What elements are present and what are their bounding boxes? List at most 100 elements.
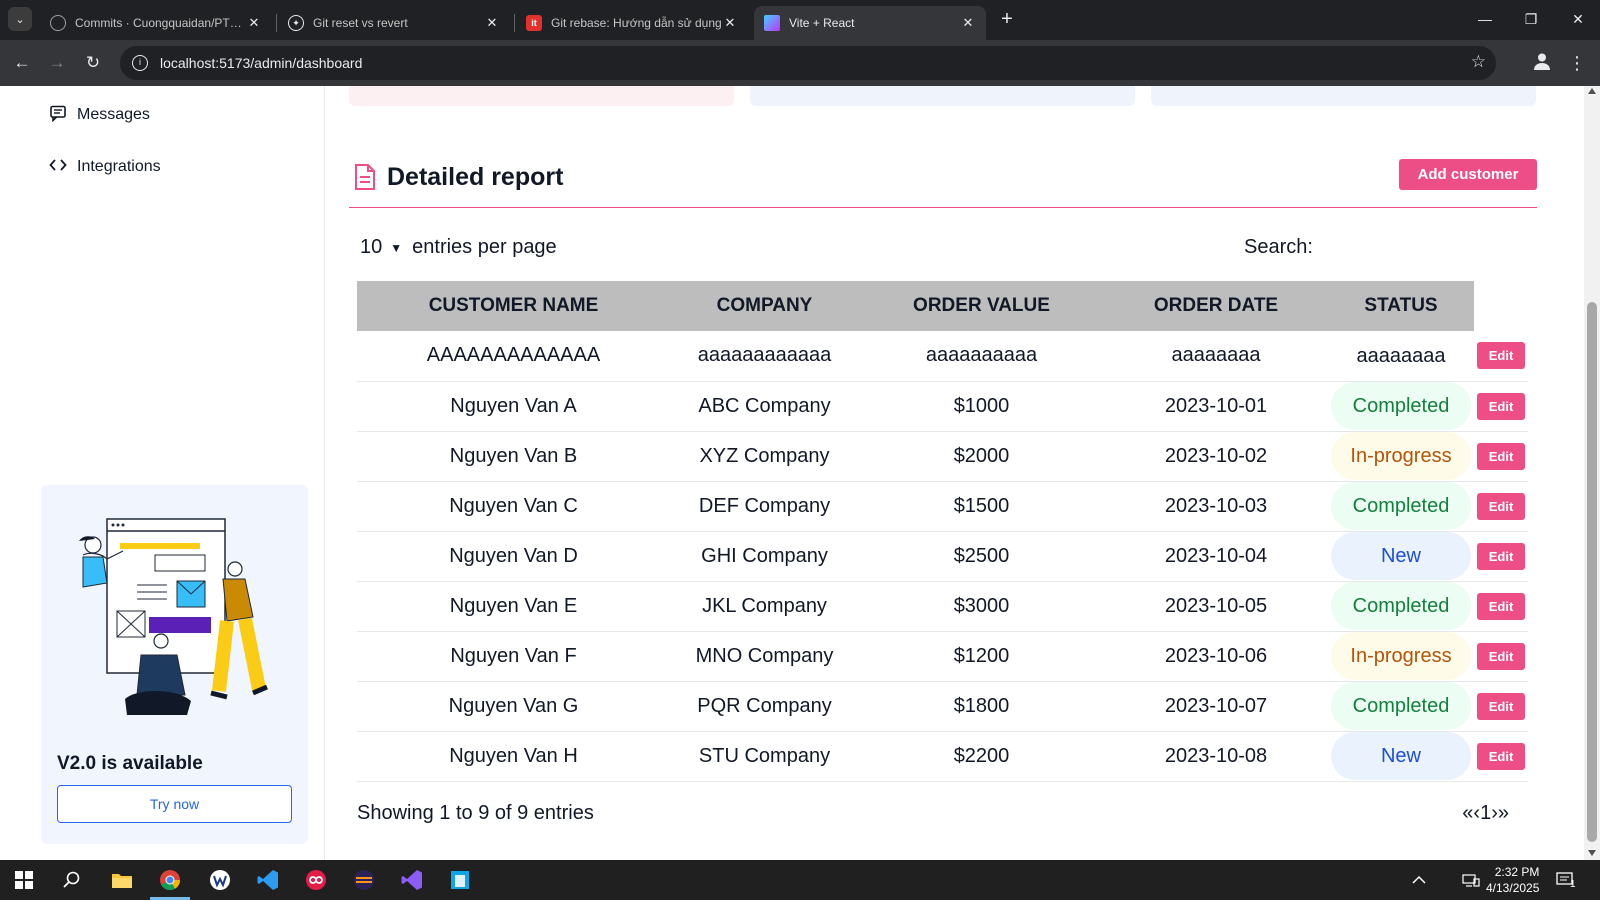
edit-button[interactable]: Edit: [1477, 492, 1525, 520]
close-tab-icon[interactable]: ✕: [246, 15, 262, 31]
chrome-icon[interactable]: [158, 868, 182, 892]
customer-name-cell: Nguyen Van H: [357, 731, 670, 782]
edit-button[interactable]: Edit: [1477, 592, 1525, 620]
tab-search-button[interactable]: ⌄: [8, 7, 32, 31]
browser-tab-itviec[interactable]: it Git rebase: Hướng dẫn sử dụng ✕: [516, 6, 748, 40]
close-tab-icon[interactable]: ✕: [722, 15, 738, 31]
page-1-button[interactable]: 1: [1480, 802, 1491, 825]
vscode-icon[interactable]: [256, 868, 280, 892]
order-value-cell: $1500: [859, 481, 1104, 532]
chevron-down-icon: ▼: [390, 240, 403, 255]
status-cell: In-progress: [1328, 431, 1474, 482]
next-page-button[interactable]: ›: [1491, 802, 1498, 825]
browser-tab-github[interactable]: Commits · Cuongquaidan/PTGD ✕: [40, 6, 272, 40]
column-header-actions: [1474, 281, 1528, 331]
edit-button[interactable]: Edit: [1477, 642, 1525, 670]
reload-icon[interactable]: ↻: [80, 50, 106, 76]
edit-button[interactable]: Edit: [1477, 692, 1525, 720]
edit-button[interactable]: Edit: [1477, 392, 1525, 420]
order-date-cell: 2023-10-06: [1104, 631, 1328, 682]
browser-menu-icon[interactable]: ⋮: [1568, 50, 1586, 76]
app-icon-blue[interactable]: [448, 868, 472, 892]
company-cell: MNO Company: [670, 631, 859, 682]
customer-name-cell: Nguyen Van B: [357, 431, 670, 482]
status-cell: Completed: [1328, 581, 1474, 632]
table-row: Nguyen Van A ABC Company $1000 2023-10-01 Co…: [357, 381, 1528, 432]
windows-start-icon[interactable]: [12, 868, 36, 892]
customer-name-cell: Nguyen Van E: [357, 581, 670, 632]
scroll-up-icon[interactable]: [1588, 88, 1596, 94]
actions-cell: Edit: [1474, 631, 1528, 682]
bookmark-star-icon[interactable]: ☆: [1471, 52, 1486, 72]
file-explorer-icon[interactable]: [110, 868, 134, 892]
system-clock[interactable]: 2:32 PM 4/13/2025: [1486, 864, 1539, 896]
edit-button[interactable]: Edit: [1477, 742, 1525, 770]
first-page-button[interactable]: «: [1462, 802, 1473, 825]
visual-studio-icon[interactable]: [400, 868, 424, 892]
report-table: CUSTOMER NAME COMPANY ORDER VALUE ORDER …: [357, 281, 1528, 782]
add-customer-button[interactable]: Add customer: [1399, 159, 1537, 190]
column-header-order-date[interactable]: ORDER DATE: [1104, 281, 1328, 331]
show-hidden-icons-chevron[interactable]: [1412, 860, 1426, 900]
sidebar-item-messages[interactable]: Messages: [48, 103, 150, 127]
network-icon[interactable]: [1462, 860, 1480, 900]
search-label: Search:: [1244, 236, 1313, 258]
actions-cell: Edit: [1474, 331, 1528, 382]
report-header: Detailed report Add customer: [349, 159, 1537, 208]
eclipse-icon[interactable]: [352, 868, 376, 892]
company-cell: JKL Company: [670, 581, 859, 632]
entries-per-page-select[interactable]: 10 ▼: [360, 236, 402, 259]
column-header-status[interactable]: STATUS: [1328, 281, 1474, 331]
edit-button[interactable]: Edit: [1477, 442, 1525, 470]
actions-cell: Edit: [1474, 681, 1528, 732]
order-value-cell: $1200: [859, 631, 1104, 682]
last-page-button[interactable]: »: [1498, 802, 1509, 825]
report-table-body: AAAAAAAAAAAAA aaaaaaaaaaaa aaaaaaaaaa aaaaa…: [357, 331, 1528, 782]
restore-icon[interactable]: ❐: [1519, 8, 1543, 30]
customer-name-cell: Nguyen Van G: [357, 681, 670, 732]
try-now-button[interactable]: Try now: [57, 785, 292, 823]
browser-tab-chatgpt[interactable]: ✦ Git reset vs revert ✕: [278, 6, 510, 40]
table-row: AAAAAAAAAAAAA aaaaaaaaaaaa aaaaaaaaaa aaaaa…: [357, 331, 1528, 382]
page-viewport: Messages Integrations V2.0 is available …: [0, 86, 1584, 860]
sidebar-item-label: Messages: [77, 106, 150, 123]
close-tab-icon[interactable]: ✕: [484, 15, 500, 31]
sidebar-item-integrations[interactable]: Integrations: [48, 155, 161, 179]
back-icon[interactable]: ←: [9, 50, 35, 76]
scroll-down-icon[interactable]: [1588, 850, 1596, 856]
edit-button[interactable]: Edit: [1477, 342, 1525, 370]
minimize-icon[interactable]: —: [1473, 8, 1497, 30]
browser-tab-vite[interactable]: Vite + React ✕: [754, 6, 986, 40]
column-header-customer-name[interactable]: CUSTOMER NAME: [357, 281, 670, 331]
writer-app-icon[interactable]: [208, 868, 232, 892]
new-tab-button[interactable]: +: [995, 8, 1019, 32]
tab-title: Vite + React: [789, 16, 855, 30]
stat-card: [349, 86, 734, 106]
edit-button[interactable]: Edit: [1477, 542, 1525, 570]
clock-date: 4/13/2025: [1486, 881, 1540, 895]
notifications-icon[interactable]: 1: [1556, 860, 1576, 900]
app-icon-red[interactable]: [304, 868, 328, 892]
company-cell: DEF Company: [670, 481, 859, 532]
page-scrollbar[interactable]: [1584, 86, 1600, 860]
close-tab-icon[interactable]: ✕: [960, 15, 976, 31]
table-row: Nguyen Van C DEF Company $1500 2023-10-03 Co…: [357, 481, 1528, 532]
entries-per-page-label: entries per page: [412, 236, 557, 258]
main-content: Detailed report Add customer 10 ▼ entrie…: [349, 86, 1537, 860]
actions-cell: Edit: [1474, 531, 1528, 582]
column-header-company[interactable]: COMPANY: [670, 281, 859, 331]
forward-icon[interactable]: →: [44, 50, 70, 76]
search-icon[interactable]: [60, 868, 84, 892]
entries-per-page: 10 ▼ entries per page: [360, 236, 557, 259]
company-cell: aaaaaaaaaaaa: [670, 331, 859, 382]
profile-icon[interactable]: [1530, 51, 1554, 75]
column-header-order-value[interactable]: ORDER VALUE: [859, 281, 1104, 331]
address-bar[interactable]: i localhost:5173/admin/dashboard ☆: [120, 46, 1496, 80]
entries-per-page-value: 10: [360, 236, 383, 258]
table-row: Nguyen Van H STU Company $2200 2023-10-08 Ne…: [357, 731, 1528, 782]
status-badge: In-progress: [1331, 632, 1471, 680]
previous-page-button[interactable]: ‹: [1473, 802, 1480, 825]
site-info-icon[interactable]: i: [132, 55, 148, 71]
scrollbar-thumb[interactable]: [1587, 302, 1597, 842]
close-window-icon[interactable]: ✕: [1566, 8, 1590, 30]
